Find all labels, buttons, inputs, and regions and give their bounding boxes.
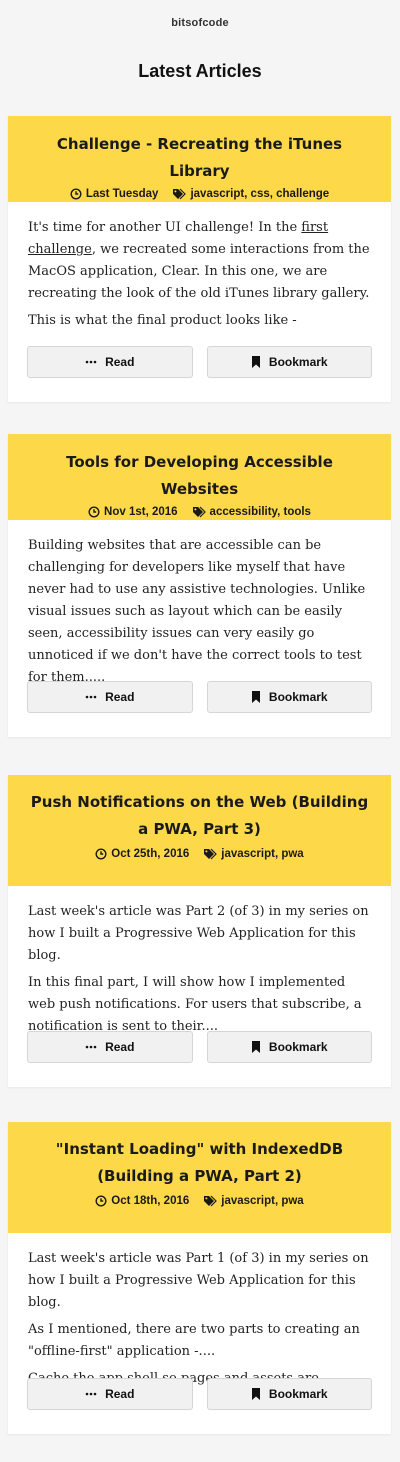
article-card: "Instant Loading" with IndexedDB (Buildi… — [8, 1122, 391, 1434]
article-tags: javascript, pwa — [203, 848, 304, 860]
clock-icon — [88, 506, 100, 518]
tag-icon — [203, 848, 218, 860]
read-button[interactable]: Read — [27, 346, 193, 378]
excerpt-paragraph: As I mentioned, there are two parts to c… — [28, 1322, 360, 1359]
article-header: Challenge - Recreating the iTunes Librar… — [8, 116, 391, 202]
article-actions: Read Bookmark — [27, 1378, 372, 1410]
bookmark-button-label: Bookmark — [268, 1040, 328, 1054]
more-dots-icon — [85, 360, 97, 364]
article-meta: Nov 1st, 2016 accessibility, tools — [26, 506, 373, 518]
article-date: Oct 25th, 2016 — [95, 848, 189, 860]
excerpt-paragraph: In this final part, I will show how I im… — [28, 975, 362, 1034]
excerpt-paragraph: Building websites that are accessible ca… — [28, 538, 366, 685]
bookmark-button[interactable]: Bookmark — [206, 681, 372, 713]
article-title[interactable]: Tools for Developing Accessible Websites — [26, 449, 373, 503]
site-name[interactable]: bitsofcode — [0, 17, 400, 29]
clock-icon — [95, 848, 107, 860]
article-tags: javascript, css, challenge — [172, 188, 329, 200]
article-meta: Oct 18th, 2016 javascript, pwa — [26, 1195, 373, 1207]
bookmark-button[interactable]: Bookmark — [206, 1378, 372, 1410]
excerpt-paragraph: It's time for another UI challenge! In t… — [28, 217, 371, 305]
read-button-label: Read — [105, 690, 135, 704]
bookmark-icon — [251, 691, 261, 703]
bookmark-icon — [251, 1388, 261, 1400]
page-title: Latest Articles — [138, 61, 262, 81]
article-tags: accessibility, tools — [192, 506, 311, 518]
article-tags-text[interactable]: javascript, pwa — [221, 848, 303, 860]
article-card: Tools for Developing Accessible Websites… — [8, 434, 391, 737]
article-excerpt: Last week's article was Part 2 (of 3) in… — [8, 886, 391, 1038]
tag-icon — [203, 1195, 218, 1207]
bookmark-button[interactable]: Bookmark — [206, 1031, 372, 1063]
read-button-label: Read — [105, 1387, 135, 1401]
excerpt-paragraph: Last week's article was Part 2 (of 3) in… — [28, 904, 369, 963]
article-date-text: Oct 18th, 2016 — [111, 1195, 190, 1207]
article-title[interactable]: Challenge - Recreating the iTunes Librar… — [26, 131, 373, 185]
article-actions: Read Bookmark — [27, 1031, 372, 1063]
article-date-text: Nov 1st, 2016 — [104, 506, 178, 518]
article-excerpt: It's time for another UI challenge! In t… — [8, 202, 391, 332]
article-header: "Instant Loading" with IndexedDB (Buildi… — [8, 1122, 391, 1233]
article-title[interactable]: "Instant Loading" with IndexedDB (Buildi… — [26, 1136, 373, 1190]
excerpt-paragraph: Last week's article was Part 1 (of 3) in… — [28, 1251, 369, 1310]
article-card: Challenge - Recreating the iTunes Librar… — [8, 116, 391, 402]
article-title[interactable]: Push Notifications on the Web (Building … — [26, 789, 373, 843]
tag-icon — [192, 506, 206, 518]
bookmark-icon — [251, 1041, 261, 1053]
bookmark-button[interactable]: Bookmark — [206, 346, 372, 378]
article-excerpt: Building websites that are accessible ca… — [8, 520, 391, 689]
read-button[interactable]: Read — [27, 1031, 193, 1063]
article-meta: Last Tuesday javascript, css, challenge — [26, 188, 373, 200]
read-button[interactable]: Read — [27, 681, 193, 713]
more-dots-icon — [85, 695, 97, 699]
more-dots-icon — [85, 1045, 97, 1049]
more-dots-icon — [85, 1392, 97, 1396]
read-button[interactable]: Read — [27, 1378, 193, 1410]
excerpt-text: It's time for another UI challenge! In t… — [28, 220, 302, 235]
bookmark-button-label: Bookmark — [268, 1387, 328, 1401]
article-header: Tools for Developing Accessible Websites… — [8, 434, 391, 520]
article-tags-text[interactable]: javascript, css, challenge — [190, 188, 329, 200]
article-date: Nov 1st, 2016 — [88, 506, 178, 518]
clock-icon — [95, 1195, 107, 1207]
article-actions: Read Bookmark — [27, 346, 372, 378]
article-tags: javascript, pwa — [203, 1195, 304, 1207]
article-date: Last Tuesday — [70, 188, 159, 200]
bookmark-button-label: Bookmark — [268, 690, 328, 704]
article-date: Oct 18th, 2016 — [95, 1195, 189, 1207]
clock-icon — [70, 188, 82, 200]
article-tags-text[interactable]: javascript, pwa — [221, 1195, 303, 1207]
article-date-text: Last Tuesday — [85, 188, 159, 200]
article-date-text: Oct 25th, 2016 — [111, 848, 190, 860]
bookmark-button-label: Bookmark — [268, 355, 328, 369]
read-button-label: Read — [105, 1040, 135, 1054]
read-button-label: Read — [105, 355, 135, 369]
excerpt-paragraph: This is what the final product looks lik… — [28, 313, 297, 328]
article-header: Push Notifications on the Web (Building … — [8, 775, 391, 886]
article-tags-text[interactable]: accessibility, tools — [210, 506, 311, 518]
bookmark-icon — [251, 356, 261, 368]
article-meta: Oct 25th, 2016 javascript, pwa — [26, 848, 373, 860]
tag-icon — [172, 188, 187, 200]
article-card: Push Notifications on the Web (Building … — [8, 775, 391, 1087]
article-actions: Read Bookmark — [27, 681, 372, 713]
